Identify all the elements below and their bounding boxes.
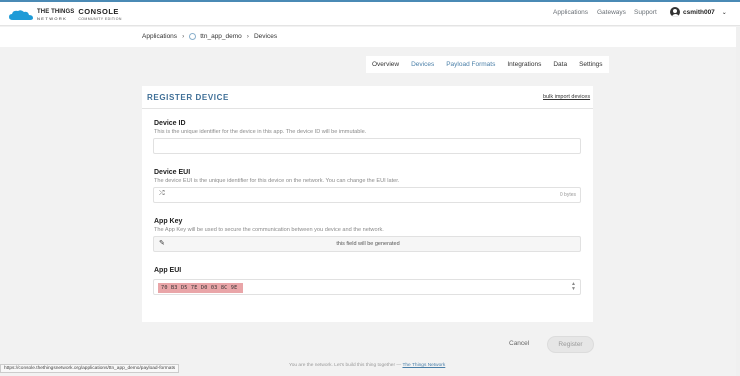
register-button[interactable]: Register xyxy=(547,336,594,353)
device-eui-label: Device EUI xyxy=(154,169,191,176)
tab-data[interactable]: Data xyxy=(547,61,573,68)
nav-applications[interactable]: Applications xyxy=(553,9,588,16)
logo-line2: NETWORK xyxy=(37,15,68,21)
footer-link[interactable]: The Things Network xyxy=(402,363,445,368)
breadcrumb-bar: Applications › ttn_app_demo › Devices xyxy=(0,27,740,47)
app-key-generated-note: this field will be generated xyxy=(336,241,400,247)
breadcrumb-app[interactable]: ttn_app_demo xyxy=(200,33,242,40)
nav-support[interactable]: Support xyxy=(634,9,657,16)
app-tabs: Overview Devices Payload Formats Integra… xyxy=(366,56,609,73)
logo-line1: THE THINGS xyxy=(37,8,75,15)
device-id-help: This is the unique identifier for the de… xyxy=(154,129,367,135)
app-key-label: App Key xyxy=(154,218,183,225)
footer-text: You are the network. Let's build this th… xyxy=(289,363,402,368)
breadcrumb-devices[interactable]: Devices xyxy=(254,33,277,40)
breadcrumb-separator: › xyxy=(182,33,185,40)
scrollbar[interactable] xyxy=(736,27,740,376)
breadcrumb-applications[interactable]: Applications xyxy=(142,33,177,40)
divider xyxy=(142,108,593,109)
tab-devices[interactable]: Devices xyxy=(405,61,440,68)
tab-overview[interactable]: Overview xyxy=(366,61,405,68)
card-title: REGISTER DEVICE xyxy=(147,93,229,102)
username: csmith007 xyxy=(683,8,715,16)
app-key-help: The App Key will be used to secure the c… xyxy=(154,227,384,233)
console-title: CONSOLE xyxy=(78,6,119,16)
cloud-logo-icon xyxy=(9,10,33,20)
footer: You are the network. Let's build this th… xyxy=(289,363,445,368)
breadcrumb: Applications › ttn_app_demo › Devices xyxy=(142,33,277,40)
shuffle-icon[interactable]: ⤮ xyxy=(159,190,165,198)
device-eui-help: The device EUI is the unique identifier … xyxy=(154,178,400,184)
tab-settings[interactable]: Settings xyxy=(573,61,609,68)
user-menu[interactable]: csmith007 ⌄ xyxy=(670,7,727,17)
browser-status-url: https://console.thethingsnetwork.org/app… xyxy=(0,364,180,373)
app-key-input[interactable]: ✎ this field will be generated xyxy=(153,236,581,252)
app-eui-value: 70 B3 D5 7E D0 03 8C 9E xyxy=(158,283,244,293)
chevron-down-icon: ⌄ xyxy=(721,9,727,16)
byte-count: 0 bytes xyxy=(559,192,576,198)
ttn-logo[interactable]: THE THINGS NETWORK CONSOLE COMMUNITY EDI… xyxy=(8,7,122,23)
card-header: REGISTER DEVICE bulk import devices xyxy=(142,86,593,108)
nav-gateways[interactable]: Gateways xyxy=(597,9,626,16)
select-arrows-icon: ▲ ▼ xyxy=(571,281,576,292)
avatar-icon xyxy=(670,7,680,17)
console-edition: COMMUNITY EDITION xyxy=(78,16,122,21)
logo-wordmark: THE THINGS NETWORK xyxy=(37,9,74,22)
tab-integrations[interactable]: Integrations xyxy=(501,61,547,68)
device-eui-input[interactable]: ⤮ 0 bytes xyxy=(153,187,581,203)
console-wordmark: CONSOLE COMMUNITY EDITION xyxy=(78,6,122,22)
top-navbar: THE THINGS NETWORK CONSOLE COMMUNITY EDI… xyxy=(0,2,740,26)
bulk-import-link[interactable]: bulk import devices xyxy=(543,94,590,100)
register-device-card: REGISTER DEVICE bulk import devices Devi… xyxy=(142,86,593,322)
device-id-input[interactable] xyxy=(153,138,581,154)
app-circle-icon xyxy=(189,33,197,40)
device-id-label: Device ID xyxy=(154,120,186,127)
app-eui-label: App EUI xyxy=(154,267,182,274)
cancel-button[interactable]: Cancel xyxy=(509,340,529,347)
breadcrumb-separator: › xyxy=(246,33,249,40)
tab-payload-formats[interactable]: Payload Formats xyxy=(440,61,501,68)
app-eui-select[interactable]: 70 B3 D5 7E D0 03 8C 9E ▲ ▼ xyxy=(153,279,581,295)
